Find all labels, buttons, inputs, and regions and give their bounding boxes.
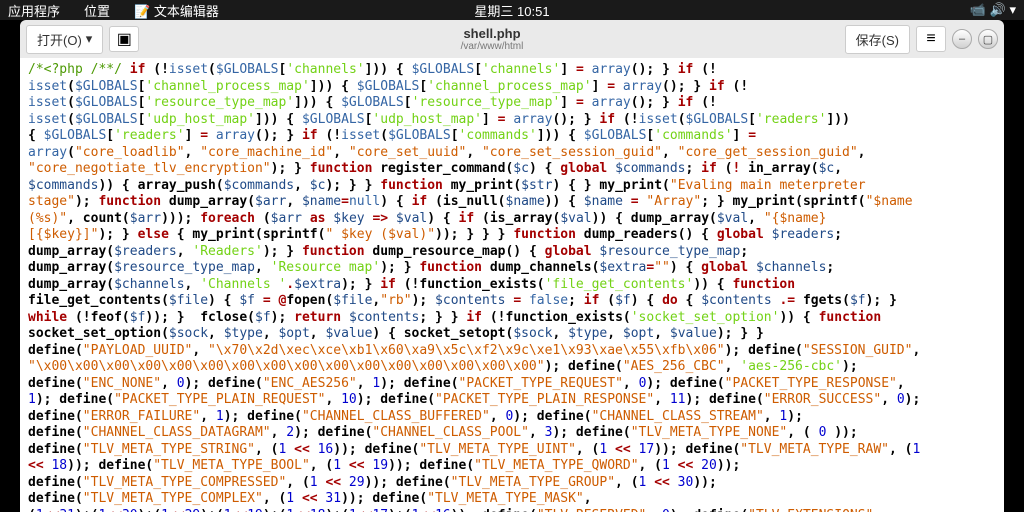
chevron-down-icon: ▾: [86, 31, 93, 47]
save-button[interactable]: 保存(S): [845, 25, 910, 54]
menu-applications[interactable]: 应用程序: [8, 1, 60, 20]
clock: 星期三 10:51: [474, 1, 549, 20]
editor-window: 打开(O) ▾ ▣ shell.php /var/www/html 保存(S) …: [20, 20, 1004, 512]
open-button[interactable]: 打开(O) ▾: [26, 25, 103, 54]
hamburger-menu-button[interactable]: ≡: [916, 26, 946, 52]
system-menubar: 应用程序 位置 📝 文本编辑器 星期三 10:51 📹 🔊 ▾: [0, 0, 1024, 20]
status-icons: 📹 🔊 ▾: [970, 2, 1016, 18]
new-doc-icon: ▣: [117, 29, 132, 49]
maximize-button[interactable]: ▢: [978, 29, 998, 49]
titlebar: 打开(O) ▾ ▣ shell.php /var/www/html 保存(S) …: [20, 20, 1004, 58]
menu-app-indicator[interactable]: 📝 文本编辑器: [134, 1, 219, 20]
new-tab-button[interactable]: ▣: [109, 26, 139, 52]
hamburger-icon: ≡: [926, 30, 935, 48]
code-editor[interactable]: /*<?php /**/ if (!isset($GLOBALS['channe…: [20, 58, 1004, 512]
window-subtitle: /var/www/html: [145, 41, 838, 52]
minimize-button[interactable]: –: [952, 29, 972, 49]
menu-places[interactable]: 位置: [84, 1, 110, 20]
window-title: shell.php: [145, 26, 838, 41]
